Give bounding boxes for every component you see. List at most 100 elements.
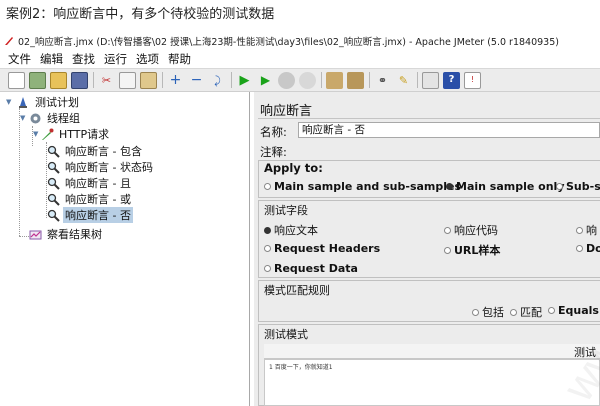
patterns-table[interactable]: 1 百度一下，你就知道1 (264, 359, 600, 406)
patterns-column-header[interactable]: 测试 (264, 344, 600, 359)
toolbar-separator (231, 72, 232, 88)
collapse-icon[interactable]: − (188, 72, 205, 89)
new-icon[interactable] (8, 71, 25, 89)
tree-item-http-request[interactable]: HTTP请求 (40, 126, 111, 142)
log-icon[interactable]: ! (464, 71, 481, 89)
tree-item-view-results-tree[interactable]: 察看结果树 (28, 226, 104, 242)
help-icon[interactable]: ? (443, 71, 460, 89)
tree-item-thread-group[interactable]: 线程组 (28, 110, 82, 126)
rule-equals-radio[interactable]: Equals (548, 304, 599, 317)
field-url-sample-radio[interactable]: URL样本 (444, 242, 500, 258)
window-title: 02_响应断言.jmx (D:\传智播客\02 授课\上海23期-性能测试\da… (18, 37, 559, 48)
save-icon[interactable] (71, 71, 88, 89)
name-field[interactable]: 响应断言 - 否 (298, 122, 600, 138)
start-icon[interactable]: ▶ (236, 72, 253, 89)
menu-options[interactable]: 选项 (136, 51, 159, 67)
tree-item-test-plan[interactable]: 测试计划 (16, 94, 81, 110)
radio-dot-icon (548, 307, 555, 314)
radio-dot-icon (444, 246, 451, 254)
rule-contains-radio[interactable]: 包括 (472, 304, 504, 320)
clear-icon[interactable] (326, 71, 343, 89)
radio-dot-icon (472, 308, 479, 316)
open-icon[interactable] (50, 71, 67, 89)
name-label: 名称: (260, 125, 287, 139)
tree-item-assertion-status-code[interactable]: 响应断言 - 状态码 (46, 159, 155, 175)
menu-run[interactable]: 运行 (104, 51, 127, 67)
radio-dot-icon (264, 183, 271, 190)
clear-all-icon[interactable] (347, 71, 364, 89)
assertion-panel: 响应断言 名称: 响应断言 - 否 注释: Apply to: Main sam… (254, 92, 600, 406)
search-icon[interactable]: ⚭ (374, 72, 391, 89)
field-response-code-radio[interactable]: 响应代码 (444, 222, 498, 238)
tree-item-assertion-contains[interactable]: 响应断言 - 包含 (46, 143, 144, 159)
field-response-text-radio[interactable]: 响应文本 (264, 222, 318, 238)
toolbar: ✂ + − ⤸ ▶ ▶ ⚭ ✎ ? ! (0, 68, 600, 92)
paste-icon[interactable] (140, 71, 157, 89)
gear-icon (28, 111, 42, 125)
toolbar-separator (321, 72, 322, 88)
jmeter-feather-icon (4, 36, 14, 46)
start-no-pause-icon[interactable]: ▶ (257, 72, 274, 89)
apply-main-only-radio[interactable]: Main sample only (446, 180, 565, 193)
tree-expand-handle[interactable]: ▼ (6, 98, 11, 106)
test-plan-icon (16, 95, 30, 109)
radio-dot-icon (264, 245, 271, 252)
magnifier-icon (46, 192, 60, 206)
expand-icon[interactable]: + (167, 72, 184, 89)
radio-dot-icon (576, 226, 583, 234)
magnifier-icon (46, 208, 60, 222)
panel-title: 响应断言 (260, 104, 313, 119)
apply-sub-only-radio[interactable]: Sub-s (556, 180, 600, 193)
menu-edit[interactable]: 编辑 (40, 51, 63, 67)
rule-matches-radio[interactable]: 匹配 (510, 304, 542, 320)
field-response-message-radio[interactable]: 响 (576, 222, 597, 238)
apply-main-and-sub-radio[interactable]: Main sample and sub-samples (264, 180, 461, 193)
magnifier-icon (46, 176, 60, 190)
tree-item-assertion-or[interactable]: 响应断言 - 或 (46, 191, 133, 207)
chart-icon (28, 227, 42, 241)
radio-dot-icon (510, 308, 517, 316)
test-field-title: 测试字段 (264, 204, 308, 217)
function-helper-icon[interactable] (422, 71, 439, 89)
cut-icon[interactable]: ✂ (98, 72, 115, 89)
toggle-icon[interactable]: ⤸ (209, 72, 226, 89)
copy-icon[interactable] (119, 71, 136, 89)
radio-dot-selected-icon (264, 226, 271, 234)
shutdown-icon[interactable] (299, 71, 316, 89)
templates-icon[interactable] (29, 71, 46, 89)
radio-dot-selected-icon (446, 183, 453, 190)
toolbar-separator (93, 72, 94, 88)
magnifier-icon (46, 144, 60, 158)
tree-guide (19, 108, 20, 236)
magnifier-icon (46, 160, 60, 174)
toolbar-separator (162, 72, 163, 88)
tree-expand-handle[interactable]: ▼ (20, 114, 25, 122)
radio-dot-icon (576, 245, 583, 252)
pattern-rules-title: 模式匹配规则 (264, 284, 330, 297)
menu-search[interactable]: 查找 (72, 51, 95, 67)
divider (258, 118, 600, 119)
tree-item-assertion-and[interactable]: 响应断言 - 且 (46, 175, 133, 191)
field-request-headers-radio[interactable]: Request Headers (264, 242, 380, 255)
field-document-radio[interactable]: Do (576, 242, 600, 255)
menu-file[interactable]: 文件 (8, 51, 31, 67)
radio-dot-icon (444, 226, 451, 234)
comment-label: 注释: (260, 145, 287, 159)
test-patterns-title: 测试模式 (264, 328, 308, 341)
toolbar-separator (417, 72, 418, 88)
radio-dot-icon (556, 183, 563, 190)
menu-help[interactable]: 帮助 (168, 51, 191, 67)
test-plan-tree: ▼ 测试计划 ▼ 线程组 ▼ HTTP请求 响应断言 - 包含 响应断言 - 状… (0, 92, 250, 406)
toolbar-separator (369, 72, 370, 88)
window-titlebar: 02_响应断言.jmx (D:\传智播客\02 授课\上海23期-性能测试\da… (0, 32, 600, 50)
field-request-data-radio[interactable]: Request Data (264, 262, 358, 275)
comment-field[interactable] (298, 142, 600, 158)
apply-to-title: Apply to: (264, 161, 323, 175)
reset-search-icon[interactable]: ✎ (395, 72, 412, 89)
stop-icon[interactable] (278, 71, 295, 89)
pipette-icon (40, 127, 54, 141)
tree-item-assertion-not[interactable]: 响应断言 - 否 (46, 207, 133, 223)
tree-expand-handle[interactable]: ▼ (33, 130, 38, 138)
radio-dot-icon (264, 265, 271, 272)
table-row[interactable]: 1 百度一下，你就知道1 (269, 362, 333, 371)
